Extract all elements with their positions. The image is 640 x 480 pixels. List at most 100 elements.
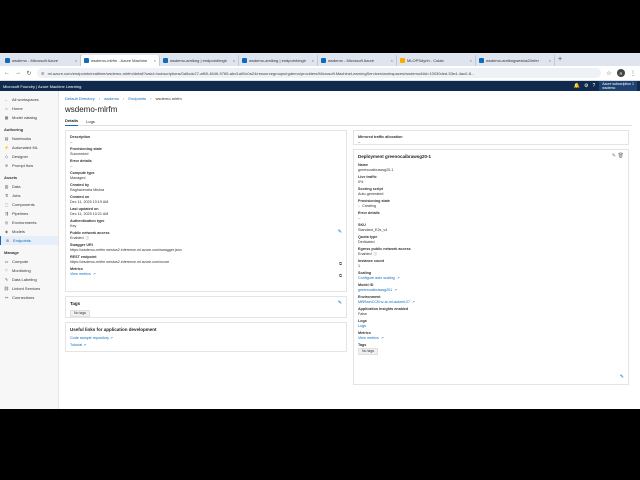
home-icon: ⌂ <box>5 106 8 111</box>
close-tab-icon[interactable]: × <box>75 58 77 63</box>
detail-field: Created on Dec 11, 2025 10:19 AM <box>70 195 342 204</box>
sidebar-item-monitoring[interactable]: ♡ Monitoring <box>0 266 58 275</box>
sidebar-item-label: Automated ML <box>12 145 39 150</box>
browser-tab[interactable]: wsdemo-arnlkngwestus2/infer × <box>476 55 555 66</box>
tab-logs[interactable]: Logs <box>86 117 95 126</box>
deployment-value[interactable]: MBRwlnCCEnv-ai-ml-automl:27 <box>358 300 410 304</box>
deployment-field: Provisioning state ◌ Creating <box>358 199 624 208</box>
close-tab-icon[interactable]: × <box>470 58 472 63</box>
linked-icon: ⛓ <box>4 286 10 291</box>
back-to-workspaces[interactable]: ← All workspaces <box>0 95 58 104</box>
sidebar-item-home[interactable]: ⌂ Home <box>0 104 58 113</box>
tab-details[interactable]: Details <box>65 117 79 126</box>
sidebar-item-automated-ml[interactable]: ⚡ Automated ML <box>0 143 58 152</box>
breadcrumb-item[interactable]: Endpoints <box>128 96 146 101</box>
close-tab-icon[interactable]: × <box>549 58 551 63</box>
deployment-value[interactable]: Logs <box>358 324 366 328</box>
close-tab-icon[interactable]: × <box>312 58 314 63</box>
sidebar-item-model-catalog[interactable]: ▦ Model catalog <box>0 113 58 122</box>
detail-value-row: -- <box>70 140 342 145</box>
sidebar-item-data[interactable]: ▥ Data <box>0 182 58 191</box>
close-tab-icon[interactable]: × <box>233 58 235 63</box>
sidebar-item-endpoints[interactable]: ⊛ Endpoints <box>0 236 58 245</box>
browser-tab[interactable]: wsdemo-arnlkng | endpoint/mgb × <box>239 55 318 66</box>
deployment-value[interactable]: greenocaibrawsg201 <box>358 288 392 292</box>
browser-tab[interactable]: wsdemo - Microsoft Azure × <box>318 55 397 66</box>
deployment-field: Environment MBRwlnCCEnv-ai-ml-automl:27 ↗ <box>358 295 624 304</box>
deployment-value[interactable]: Configure auto scaling <box>358 276 395 280</box>
back-arrow-icon[interactable]: ← <box>4 70 10 76</box>
url-input[interactable]: ⚙ ml.azure.com/endpoints/realtime/wsdemo… <box>37 68 601 78</box>
detail-value: -- <box>70 139 73 144</box>
subscription-selector[interactable]: Azure subscription 1 wsdemo <box>599 81 637 91</box>
edit-deployment-icon[interactable]: ✎ <box>612 153 616 159</box>
sidebar-item-models[interactable]: ◈ Models <box>0 227 58 236</box>
browser-tab[interactable]: wsdemo - Microsoft Azure × <box>2 55 81 66</box>
site-info-icon[interactable]: ⚙ <box>41 71 45 76</box>
sidebar-item-pipelines[interactable]: ⇶ Pipelines <box>0 209 58 218</box>
bookmark-star-icon[interactable]: ☆ <box>606 70 612 77</box>
reload-icon[interactable]: ↻ <box>26 70 32 77</box>
sidebar-item-linked-services[interactable]: ⛓ Linked Services <box>0 284 58 293</box>
settings-icon[interactable]: ⚙ <box>584 83 588 89</box>
deployment-value-row: greenocaibrawsg20-1 <box>358 168 624 173</box>
browser-tab[interactable]: MLOPSdynh - Colab × <box>397 55 476 66</box>
sidebar-item-jobs[interactable]: ⚗ Jobs <box>0 191 58 200</box>
browser-tab[interactable]: wsdemo-arnlkng | endpoint/mgb × <box>160 55 239 66</box>
edit-auth-icon[interactable]: ✎ <box>338 229 342 235</box>
address-bar-row: ← → ↻ ⚙ ml.azure.com/endpoints/realtime/… <box>0 66 640 81</box>
connections-icon: ⚯ <box>4 295 9 300</box>
browser-tab[interactable]: wsdemo-mlrfm - Azure Machine × <box>81 55 160 66</box>
breadcrumb-item: wsdemo-mlrfm <box>155 95 182 101</box>
copy-rest-icon[interactable]: ⧉ <box>339 273 342 278</box>
arrow-left-icon: ← <box>4 97 9 102</box>
deployment-field: Name greenocaibrawsg20-1 <box>358 163 624 172</box>
sidebar-item-components[interactable]: ⬚ Components <box>0 200 58 209</box>
detail-value[interactable]: View metrics <box>70 272 91 276</box>
page-title: wsdemo-mlrfm <box>65 105 118 114</box>
deployment-value-row: View metrics ↗ <box>358 336 624 341</box>
deployment-value: -- <box>358 215 361 220</box>
close-tab-icon[interactable]: × <box>154 58 156 63</box>
notifications-icon[interactable]: 🔔 <box>574 83 580 89</box>
delete-deployment-icon[interactable]: 🗑 <box>618 153 624 159</box>
tutorial-link[interactable]: Tutorial ↗ <box>70 343 342 347</box>
deployment-field: Instance count 1 <box>358 259 624 268</box>
sidebar-item-data-labeling[interactable]: ✎ Data Labeling <box>0 275 58 284</box>
edit-deployment-tags-icon[interactable]: ✎ <box>620 374 624 380</box>
deployment-value: 0% <box>358 179 364 184</box>
sidebar-item-prompt-flow[interactable]: ≋ Prompt flow <box>0 161 58 170</box>
app-body: ← All workspaces ⌂ Home ▦ Model catalog Auth… <box>0 91 640 409</box>
help-icon[interactable]: ? <box>593 83 596 89</box>
forward-arrow-icon[interactable]: → <box>15 70 21 76</box>
code-sample-link[interactable]: Code sample repository ↗ <box>70 336 342 340</box>
tag-chip: No tags <box>70 310 91 317</box>
browser-menu-icon[interactable]: ⋮ <box>630 70 636 77</box>
sidebar-item-environments[interactable]: ◎ Environments <box>0 218 58 227</box>
detail-value: Raghavendra Mishra <box>70 187 105 192</box>
breadcrumb-item[interactable]: Default Directory <box>65 96 95 101</box>
close-tab-icon[interactable]: × <box>391 58 393 63</box>
deployment-value-row: Enabled ⓘ <box>358 252 624 257</box>
deployment-value-row: False <box>358 312 624 317</box>
deployment-value-row: greenocaibrawsg201 ↗ <box>358 288 624 293</box>
environment-icon: ◎ <box>4 220 9 225</box>
external-link-icon: ↗ <box>396 275 400 280</box>
new-tab-icon[interactable]: + <box>555 56 565 63</box>
profile-avatar[interactable]: R <box>617 69 625 77</box>
detail-field: Authentication type Key <box>70 219 342 228</box>
header-brand[interactable]: Microsoft Foundry | Azure Machine Learni… <box>3 84 570 89</box>
sidebar-item-connections[interactable]: ⚯ Connections <box>0 293 58 302</box>
deployment-value: 1 <box>358 263 361 268</box>
tags-title: Tags <box>70 301 81 306</box>
sidebar-item-compute[interactable]: ▭ Compute <box>0 257 58 266</box>
chevron-right-icon: › <box>123 95 125 101</box>
copy-swagger-icon[interactable]: ⧉ <box>339 261 342 266</box>
edit-tags-icon[interactable]: ✎ <box>338 300 342 306</box>
detail-field: Swagger URI https://wsdemo-mlrfm.westus2.… <box>70 243 342 252</box>
sidebar-item-notebooks[interactable]: ▤ Notebooks <box>0 134 58 143</box>
breadcrumb-item[interactable]: wsdemo <box>104 96 119 101</box>
sidebar-item-designer[interactable]: ◇ Designer <box>0 152 58 161</box>
deployment-value[interactable]: View metrics <box>358 336 379 340</box>
detail-value: Dec 11, 2025 10:19 AM <box>70 199 109 204</box>
